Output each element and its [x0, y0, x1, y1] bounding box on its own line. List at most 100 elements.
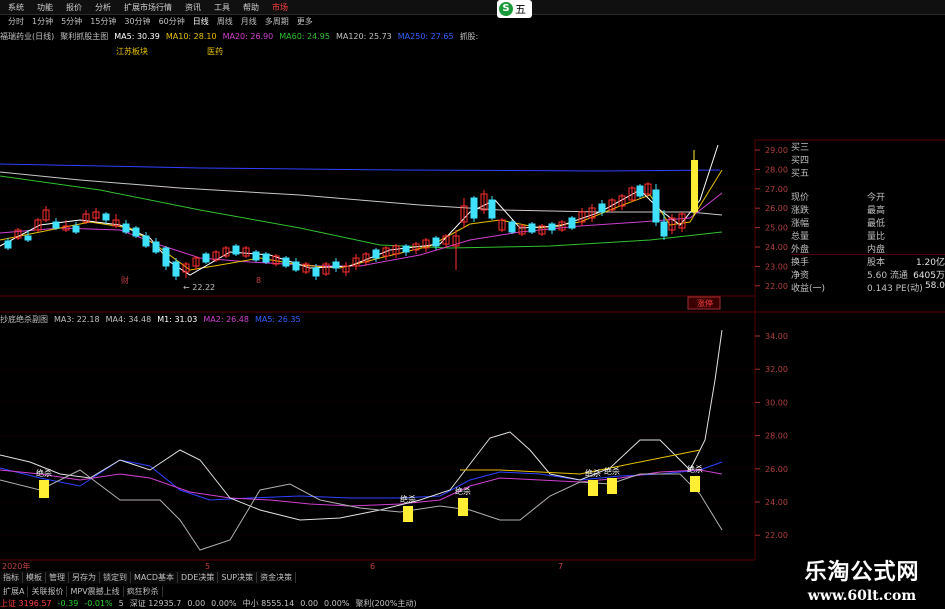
- quote-cell: 涨跌: [791, 206, 810, 216]
- candle-body: [142, 235, 150, 247]
- extension-tabs: 扩展A 关联报价 MPV震撼上线 疯狂秒杀: [0, 585, 190, 597]
- candle-body: [122, 223, 130, 233]
- extension-tab[interactable]: MPV震撼上线: [67, 585, 124, 597]
- candle-body: [636, 185, 644, 197]
- month-label: 7: [558, 562, 563, 571]
- signal-bar: [458, 498, 468, 516]
- bid-row: 买四: [791, 153, 945, 166]
- quote-cell: 股本: [867, 258, 886, 268]
- sub-chart: 34.0032.0030.0028.0026.0024.0022.00绝杀绝杀绝…: [0, 311, 945, 571]
- sub-ma-value: M1: 31.03: [157, 314, 198, 324]
- candle-body: [152, 241, 160, 253]
- candle-body: [24, 235, 32, 241]
- indicator-tab[interactable]: 管理: [46, 572, 69, 583]
- candle-body: [292, 261, 300, 271]
- indicator-tab[interactable]: SUP决策: [218, 572, 258, 583]
- sub-ma-value: MA3: 22.18: [54, 314, 100, 324]
- time-marker: 8: [256, 276, 261, 285]
- signal-label: 绝杀: [585, 468, 601, 478]
- indicator-tab[interactable]: 模板: [23, 572, 46, 583]
- status-item: -0.39: [57, 599, 79, 608]
- indicator-tab[interactable]: 另存为: [69, 572, 100, 583]
- event-label: 涨停: [697, 298, 713, 308]
- sub-axis-label: 26.00: [765, 465, 788, 474]
- ma250-line: [0, 163, 721, 172]
- quote-row: 外盘 内盘: [791, 242, 945, 255]
- sub-axis-label: 34.00: [765, 332, 788, 341]
- indicator-tab[interactable]: DDE决策: [178, 572, 219, 583]
- extension-tab[interactable]: 扩展A: [0, 585, 29, 597]
- candle-body: [548, 223, 556, 231]
- candle-body: [372, 249, 380, 259]
- extension-tab[interactable]: 关联报价: [28, 585, 68, 597]
- candle-body: [470, 197, 478, 219]
- main-axis-label: 29.00: [765, 146, 788, 155]
- candle-body: [508, 221, 516, 233]
- extension-tab[interactable]: 疯狂秒杀: [124, 585, 163, 597]
- status-bar: 上证 3196.57 -0.39 -0.01% 5 深证 12935.7 0.00 0.00…: [0, 598, 560, 609]
- main-axis-label: 25.00: [765, 224, 788, 233]
- signal-bar: [607, 478, 617, 494]
- sub-title[interactable]: 抄底绝杀副图: [0, 314, 48, 325]
- indicator-tab[interactable]: 资金决策: [257, 572, 297, 583]
- indicator-tab[interactable]: 指标: [0, 572, 23, 583]
- candle-body: [660, 221, 668, 237]
- status-item: 0.00: [300, 599, 319, 608]
- bid-label: 买五: [791, 169, 810, 179]
- main-axis-label: 22.00: [765, 282, 788, 291]
- bid-row: 买三: [791, 140, 945, 153]
- time-marker: 财: [121, 275, 129, 285]
- signal-bar: [403, 506, 413, 522]
- watermark: 乐淘公式网 www.60lt.com: [779, 554, 945, 609]
- quote-cell: 总量: [791, 232, 810, 242]
- quote-row: 涨跌 最高: [791, 203, 945, 216]
- quote-row: 涨幅 最低: [791, 216, 945, 229]
- sub-ma-value: MA5: 26.35: [254, 314, 301, 324]
- indicator-tab[interactable]: MACD基本: [131, 572, 178, 583]
- status-item: 5: [118, 599, 124, 608]
- month-label: 6: [370, 562, 375, 571]
- candle-body: [132, 227, 140, 237]
- sub-ma-bar: 抄底绝杀副图 MA3: 22.18 MA4: 34.48 M1: 31.03 MA2:…: [0, 313, 307, 325]
- quote-cell: 58.0: [924, 281, 945, 291]
- sub-ma-value: MA4: 34.48: [105, 314, 152, 324]
- quote-cell: 收益(一): [791, 284, 826, 294]
- main-axis-label: 24.00: [765, 243, 788, 252]
- status-item: 0.00%: [211, 599, 237, 608]
- candle-body: [52, 221, 60, 229]
- candle-body: [402, 245, 410, 253]
- indicator-tab[interactable]: 锁定到: [100, 572, 131, 583]
- quote-cell: 今开: [867, 193, 886, 203]
- sub-axis-label: 24.00: [765, 498, 788, 507]
- status-item: 0.00: [187, 599, 206, 608]
- signal-bar: [39, 480, 49, 498]
- candle-body: [568, 217, 576, 229]
- quote-divider: [791, 254, 945, 255]
- watermark-title: 乐淘公式网: [804, 559, 920, 585]
- quote-cell: 现价: [791, 193, 810, 203]
- candle-body: [598, 203, 606, 213]
- quote-row: 换手 股本 1.20亿: [791, 255, 945, 268]
- candle-body: [162, 247, 170, 267]
- sub-dots: [460, 449, 701, 475]
- candle-body: [488, 199, 496, 219]
- signal-bar: [588, 480, 598, 496]
- candle-body: [232, 245, 240, 255]
- main-axis-label: 23.00: [765, 262, 788, 271]
- status-item: 0.00%: [324, 599, 350, 608]
- main-axis-label: 28.00: [765, 165, 788, 174]
- status-item: 聚利(200%主动): [355, 599, 417, 608]
- signal-label: 绝杀: [455, 486, 471, 496]
- sub-axis-label: 30.00: [765, 398, 788, 407]
- main-axis-label: 26.00: [765, 204, 788, 213]
- status-item: -0.01%: [84, 599, 113, 608]
- candle-body: [252, 251, 260, 261]
- candle-body: [528, 223, 536, 233]
- quote-cell: 净资: [791, 271, 810, 281]
- candle-body: [72, 225, 80, 233]
- status-item: 中小 8555.14: [242, 599, 295, 608]
- quote-cell: 6405万: [913, 271, 945, 281]
- status-item: 深证 12935.7: [129, 599, 182, 608]
- bid-row: 买五: [791, 166, 945, 179]
- bid-label: 买三: [791, 143, 810, 153]
